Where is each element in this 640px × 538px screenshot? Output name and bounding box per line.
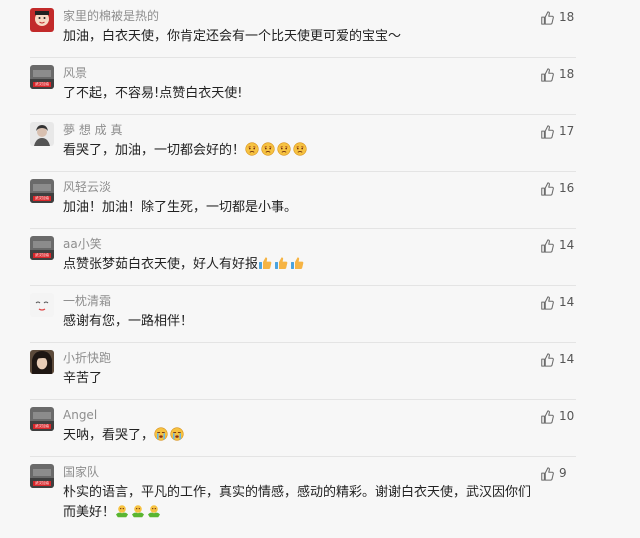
comment-text: 感谢有您，一路相伴！ bbox=[63, 312, 533, 332]
comment-text-body: 点赞张梦茹白衣天使，好人有好报 bbox=[63, 257, 259, 272]
avatar-badge-text: 武汉加油 bbox=[35, 253, 49, 257]
green-hands-emoji-icon bbox=[131, 505, 147, 520]
crying-face-emoji-icon bbox=[170, 427, 186, 443]
green-hands-emoji-icon bbox=[115, 505, 131, 520]
comment-username[interactable]: 一枕清霜 bbox=[63, 294, 111, 308]
comment-text-body: 感谢有您，一路相伴！ bbox=[63, 314, 194, 329]
comment-item: 小折快跑辛苦了 14 bbox=[0, 346, 640, 398]
crying-face-emoji-icon bbox=[154, 427, 170, 443]
user-avatar[interactable]: 武汉加油 bbox=[30, 65, 54, 89]
comment-divider bbox=[30, 171, 576, 172]
like-count: 18 bbox=[559, 10, 575, 24]
comment-text: 辛苦了 bbox=[63, 369, 533, 389]
green-hands-emoji-icon bbox=[147, 505, 163, 520]
user-avatar[interactable] bbox=[30, 8, 54, 32]
comment-username[interactable]: Angel bbox=[63, 408, 97, 422]
like-button[interactable]: 14 bbox=[540, 236, 580, 254]
comment-divider bbox=[30, 456, 576, 457]
thumbs-up-icon bbox=[540, 295, 554, 310]
like-count: 9 bbox=[559, 466, 567, 480]
comment-text: 加油，白衣天使，你肯定还会有一个比天使更可爱的宝宝～ bbox=[63, 27, 533, 47]
comment-divider bbox=[30, 228, 576, 229]
comment-text: 朴实的语言，平凡的工作，真实的情感，感动的精彩。谢谢白衣天使，武汉因你们而美好！ bbox=[63, 483, 533, 523]
comment-item: 武汉加油 风轻云淡加油！加油！除了生死，一切都是小事。 16 bbox=[0, 175, 640, 227]
like-count: 14 bbox=[559, 238, 575, 252]
comment-username[interactable]: 风景 bbox=[63, 66, 87, 80]
comment-text-body: 辛苦了 bbox=[63, 371, 103, 386]
user-avatar[interactable] bbox=[30, 293, 54, 317]
thumbs-up-icon bbox=[540, 181, 554, 196]
thumbs-up-icon bbox=[540, 10, 554, 25]
thumbs-up-icon bbox=[540, 409, 554, 424]
thumbs-up-emoji-icon bbox=[290, 257, 306, 272]
like-count: 16 bbox=[559, 181, 575, 195]
like-count: 17 bbox=[559, 124, 575, 138]
comment-text: 天呐，看哭了， bbox=[63, 426, 533, 446]
comment-username[interactable]: 家里的棉被是热的 bbox=[63, 9, 159, 23]
like-button[interactable]: 9 bbox=[540, 464, 580, 482]
like-count: 10 bbox=[559, 409, 575, 423]
comment-item: 夢 想 成 真看哭了，加油，一切都会好的！ 17 bbox=[0, 118, 640, 170]
user-avatar[interactable]: 武汉加油 bbox=[30, 407, 54, 431]
comment-item: 武汉加油 风景了不起，不容易!点赞白衣天使! 18 bbox=[0, 61, 640, 113]
thumbs-up-icon bbox=[540, 238, 554, 253]
comment-text-body: 天呐，看哭了， bbox=[63, 428, 155, 443]
thumbs-up-icon bbox=[540, 124, 554, 139]
comment-username[interactable]: 国家队 bbox=[63, 465, 99, 479]
sad-face-emoji-icon bbox=[277, 142, 293, 158]
comment-text-body: 加油！加油！除了生死，一切都是小事。 bbox=[63, 200, 298, 215]
like-button[interactable]: 17 bbox=[540, 122, 580, 140]
comment-divider bbox=[30, 285, 576, 286]
comment-list: 家里的棉被是热的 加油，白衣天使，你肯定还会有一个比天使更可爱的宝宝～ 18 武汉加油… bbox=[0, 0, 640, 538]
comment-username[interactable]: aa小笑 bbox=[63, 237, 102, 251]
comment-item: 武汉加油 Angel 天呐，看哭了， 10 bbox=[0, 403, 640, 455]
thumbs-up-icon bbox=[540, 466, 554, 481]
comment-divider bbox=[30, 114, 576, 115]
thumbs-up-icon bbox=[540, 352, 554, 367]
comment-text-body: 了不起，不容易!点赞白衣天使! bbox=[63, 86, 243, 101]
like-button[interactable]: 16 bbox=[540, 179, 580, 197]
like-count: 14 bbox=[559, 295, 575, 309]
avatar-badge-text: 武汉加油 bbox=[35, 424, 49, 428]
sad-face-emoji-icon bbox=[245, 142, 261, 158]
comment-username[interactable]: 夢 想 成 真 bbox=[63, 123, 122, 137]
avatar-badge-text: 武汉加油 bbox=[35, 82, 49, 86]
sad-face-emoji-icon bbox=[293, 142, 309, 158]
like-button[interactable]: 14 bbox=[540, 293, 580, 311]
like-button[interactable]: 14 bbox=[540, 350, 580, 368]
user-avatar[interactable]: 武汉加油 bbox=[30, 236, 54, 260]
comment-divider bbox=[30, 342, 576, 343]
user-avatar[interactable]: 武汉加油 bbox=[30, 464, 54, 488]
comment-divider bbox=[30, 399, 576, 400]
comment-text: 看哭了，加油，一切都会好的！ bbox=[63, 141, 533, 161]
like-button[interactable]: 10 bbox=[540, 407, 580, 425]
avatar-badge-text: 武汉加油 bbox=[35, 196, 49, 200]
thumbs-up-emoji-icon bbox=[274, 257, 290, 272]
comment-item: 武汉加油 aa小笑点赞张梦茹白衣天使，好人有好报 14 bbox=[0, 232, 640, 284]
comment-item: 家里的棉被是热的加油，白衣天使，你肯定还会有一个比天使更可爱的宝宝～ 18 bbox=[0, 4, 640, 56]
user-avatar[interactable]: 武汉加油 bbox=[30, 179, 54, 203]
comment-text: 点赞张梦茹白衣天使，好人有好报 bbox=[63, 255, 533, 275]
sad-face-emoji-icon bbox=[261, 142, 277, 158]
like-count: 14 bbox=[559, 352, 575, 366]
user-avatar[interactable] bbox=[30, 122, 54, 146]
like-button[interactable]: 18 bbox=[540, 8, 580, 26]
thumbs-up-emoji-icon bbox=[258, 257, 274, 272]
comment-text-body: 加油，白衣天使，你肯定还会有一个比天使更可爱的宝宝～ bbox=[63, 29, 402, 44]
user-avatar[interactable] bbox=[30, 350, 54, 374]
like-count: 18 bbox=[559, 67, 575, 81]
avatar-badge-text: 武汉加油 bbox=[35, 481, 49, 485]
comment-item: 武汉加油 国家队朴实的语言，平凡的工作，真实的情感，感动的精彩。谢谢白衣天使，武汉… bbox=[0, 460, 640, 530]
comment-item: 一枕清霜感谢有您，一路相伴！ 14 bbox=[0, 289, 640, 341]
like-button[interactable]: 18 bbox=[540, 65, 580, 83]
comment-username[interactable]: 小折快跑 bbox=[63, 351, 111, 365]
thumbs-up-icon bbox=[540, 67, 554, 82]
comment-text: 加油！加油！除了生死，一切都是小事。 bbox=[63, 198, 533, 218]
comment-text: 了不起，不容易!点赞白衣天使! bbox=[63, 84, 533, 104]
comment-text-body: 看哭了，加油，一切都会好的！ bbox=[63, 143, 246, 158]
comment-divider bbox=[30, 57, 576, 58]
comment-username[interactable]: 风轻云淡 bbox=[63, 180, 111, 194]
